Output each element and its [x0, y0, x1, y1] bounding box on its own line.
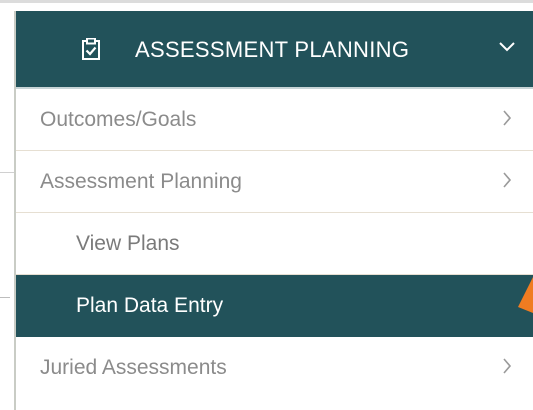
chevron-right-icon [503, 358, 512, 374]
clipboard-check-icon [82, 38, 100, 60]
submenu-item-label: View Plans [76, 232, 180, 255]
background-top-border [0, 0, 533, 3]
menu-item-outcomes-goals[interactable]: Outcomes/Goals [16, 89, 533, 151]
background-divider [0, 172, 14, 173]
submenu-item-view-plans[interactable]: View Plans [16, 213, 533, 275]
chevron-down-icon[interactable] [498, 41, 516, 53]
submenu-item-plan-data-entry[interactable]: Plan Data Entry [16, 275, 533, 337]
menu-item-label: Outcomes/Goals [40, 108, 197, 131]
menu-header-title: ASSESSMENT PLANNING [135, 37, 410, 62]
pointer-arrow-icon [518, 277, 533, 313]
menu-item-juried-assessments[interactable]: Juried Assessments [16, 337, 533, 399]
background-divider [0, 297, 10, 298]
menu-item-label: Assessment Planning [40, 170, 242, 193]
chevron-right-icon [503, 110, 512, 126]
submenu-item-label: Plan Data Entry [76, 294, 224, 317]
chevron-right-icon [503, 172, 512, 188]
menu-item-label: Juried Assessments [40, 356, 227, 379]
menu-item-assessment-planning[interactable]: Assessment Planning [16, 151, 533, 213]
menu-header-assessment-planning[interactable]: ASSESSMENT PLANNING [16, 11, 533, 89]
assessment-planning-menu: ASSESSMENT PLANNING Outcomes/Goals Asses… [14, 11, 533, 410]
